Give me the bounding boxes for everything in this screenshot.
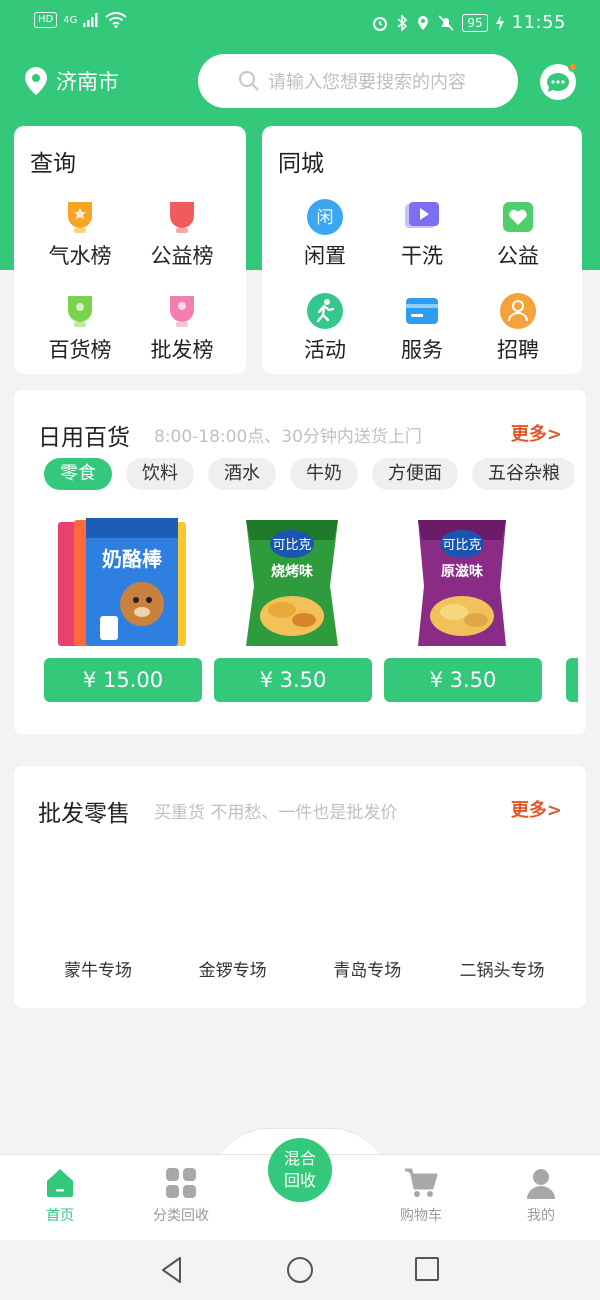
running-icon [307,293,343,329]
wholesale-section-subtitle: 买重货 不用愁、一件也是批发价 [154,803,398,823]
next-product-peek [566,658,578,702]
tab-cart[interactable]: 购物车 [376,1167,466,1225]
product-price[interactable]: ¥ 15.00 [44,658,202,702]
home-icon [47,1169,73,1197]
product-price[interactable]: ¥ 3.50 [384,658,542,702]
svg-text:可比克: 可比克 [442,538,481,553]
product-price[interactable]: ¥ 3.50 [214,658,372,702]
home-circle-icon[interactable] [286,1256,314,1284]
product-card[interactable]: 可比克 烧烤味 ¥ 3.50 [214,516,372,706]
city-selector[interactable]: 济南市 [24,66,119,96]
mute-bell-icon [438,14,454,31]
tab-home[interactable]: 首页 [15,1167,105,1225]
chip-grains[interactable]: 五谷杂粮 [472,458,574,490]
query-card-title: 查询 [30,151,76,177]
product-carousel: 奶酪棒 ¥ 15.00 可比克 烧烤味 ¥ 3.50 可比克 原滋味 ¥ 3.5… [44,516,578,716]
back-icon[interactable] [160,1256,184,1284]
brand-list: 蒙牛专场 金锣专场 青岛专场 二锅头专场 [36,956,564,981]
chip-instant-noodles[interactable]: 方便面 [372,458,458,490]
trophy-red-icon [170,202,194,233]
trophy-green-icon [68,296,92,327]
trophy-pink-icon [170,296,194,327]
category-chips: 零食 饮料 酒水 牛奶 方便面 五谷杂粮 [44,458,574,494]
city-item-xianzhi[interactable]: 闲 闲置 [280,198,370,270]
search-input[interactable]: 请输入您想要搜索的内容 [198,54,518,108]
search-icon [239,71,259,91]
charging-icon [495,14,504,31]
chip-drinks[interactable]: 饮料 [126,458,194,490]
wifi-icon [105,12,127,28]
product-card[interactable]: 奶酪棒 ¥ 15.00 [44,516,202,706]
query-card: 查询 气水榜 公益榜 百货榜 批发榜 [14,126,246,374]
query-item-pifa[interactable]: 批发榜 [137,292,227,364]
system-nav-bar [0,1240,600,1300]
city-item-huodong[interactable]: 活动 [280,292,370,364]
city-item-fuwu[interactable]: 服务 [377,292,467,364]
query-item-gongyi[interactable]: 公益榜 [137,198,227,270]
green-chips-bag-image: 可比克 烧烤味 [246,520,338,646]
tab-mine[interactable]: 我的 [496,1167,586,1225]
city-card: 同城 闲 闲置 干洗 公益 活动 服务 招聘 [262,126,582,374]
daily-more-link[interactable]: 更多> [511,420,562,446]
city-card-title: 同城 [278,151,324,177]
brand-mengniu[interactable]: 蒙牛专场 [36,956,160,981]
svg-text:闲: 闲 [317,208,334,228]
query-item-baihuo[interactable]: 百货榜 [35,292,125,364]
chip-liquor[interactable]: 酒水 [208,458,276,490]
wholesale-section-title: 批发零售 [38,801,130,827]
query-item-qishui[interactable]: 气水榜 [35,198,125,270]
purple-chips-bag-image: 可比克 原滋味 [418,520,506,646]
mixed-recycle-button[interactable]: 混合 回收 [268,1138,332,1202]
alarm-icon [373,16,388,31]
card-icon [406,298,438,324]
city-item-zhaopin[interactable]: 招聘 [473,292,563,364]
location-pin-icon [25,67,47,95]
city-name: 济南市 [56,70,119,94]
status-bar: HD 4G 95 11:55 [0,0,600,46]
brand-qingdao[interactable]: 青岛专场 [305,956,429,981]
bluetooth-icon [397,14,408,31]
city-item-gongyi[interactable]: 公益 [473,198,563,270]
search-placeholder: 请输入您想要搜索的内容 [268,72,466,93]
trophy-orange-icon [68,202,92,233]
tab-category-recycle[interactable]: 分类回收 [136,1167,226,1225]
video-play-icon [405,202,439,228]
heart-icon [503,202,533,232]
brand-erguotou[interactable]: 二锅头专场 [440,956,564,981]
cart-icon [405,1168,438,1197]
recents-icon[interactable] [414,1256,440,1282]
wholesale-more-link[interactable]: 更多> [511,796,562,822]
daily-goods-section: 日用百货 8:00-18:00点、30分钟内送货上门 更多> 零食 饮料 酒水 … [14,390,586,734]
location-status-icon [418,15,429,30]
message-button[interactable] [540,62,578,100]
svg-text:原滋味: 原滋味 [441,563,483,580]
product-card[interactable]: 可比克 原滋味 ¥ 3.50 [384,516,542,706]
chip-snacks[interactable]: 零食 [44,458,112,490]
idle-icon: 闲 [307,199,343,235]
daily-section-subtitle: 8:00-18:00点、30分钟内送货上门 [154,427,422,447]
daily-section-title: 日用百货 [38,425,130,451]
wholesale-section: 批发零售 买重货 不用愁、一件也是批发价 更多> 蒙牛专场 金锣专场 青岛专场 … [14,766,586,1008]
svg-text:奶酪棒: 奶酪棒 [102,547,163,571]
clock: 11:55 [511,12,566,33]
battery-level: 95 [462,13,488,32]
hd-indicator: HD [34,12,58,28]
svg-text:可比克: 可比克 [272,538,311,553]
user-icon [527,1169,555,1199]
svg-text:烧烤味: 烧烤味 [271,563,313,580]
signal-icon [83,13,98,27]
unread-dot [568,62,578,72]
brand-jinluo[interactable]: 金锣专场 [171,956,295,981]
person-icon [500,293,536,329]
network-type: 4G [63,14,78,26]
grid-icon [166,1168,196,1198]
chip-milk[interactable]: 牛奶 [290,458,358,490]
city-item-ganxi[interactable]: 干洗 [377,198,467,270]
dog-snack-bag-image: 奶酪棒 [58,518,186,646]
